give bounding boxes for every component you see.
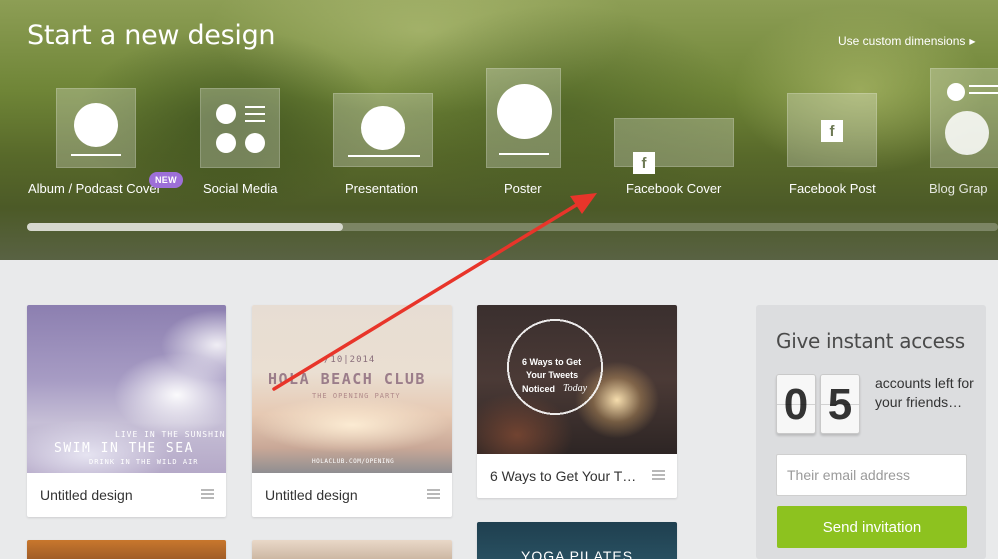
design-title[interactable]: 6 Ways to Get Your T… — [490, 468, 645, 484]
line-shape — [245, 120, 265, 122]
design-text: /10|2014 — [324, 355, 376, 365]
menu-icon[interactable] — [652, 470, 665, 480]
counter-digit: 5 — [820, 374, 860, 434]
send-invitation-button[interactable]: Send invitation — [777, 506, 967, 548]
design-text: Today — [563, 383, 588, 394]
design-text: Your Tweets — [526, 370, 579, 380]
design-text: SWIM IN THE SEA — [54, 441, 194, 456]
design-title[interactable]: Untitled design — [265, 487, 415, 503]
new-badge: NEW — [149, 172, 183, 188]
design-thumbnail[interactable]: LIVE IN THE SUNSHINE SWIM IN THE SEA DRI… — [27, 305, 226, 473]
accounts-left-text: accounts left for your friends… — [875, 375, 974, 410]
template-label: Facebook Cover — [626, 181, 722, 196]
circle-shape — [945, 111, 989, 155]
scrollbar-thumb[interactable] — [27, 223, 343, 231]
design-card[interactable]: YOGA PILATES — [477, 522, 677, 559]
email-field[interactable] — [776, 454, 967, 496]
template-label: Blog Grap — [929, 181, 988, 196]
design-text: Noticed — [522, 384, 556, 394]
facebook-icon: f — [821, 120, 843, 142]
underline-shape — [499, 153, 549, 155]
design-thumbnail[interactable]: 6 Ways to Get Your Tweets Noticed Today — [477, 305, 677, 454]
design-thumbnail[interactable]: /10|2014 HOLA BEACH CLUB THE OPENING PAR… — [252, 305, 452, 473]
design-card[interactable] — [252, 540, 452, 559]
invite-panel: Give instant access 0 5 accounts left fo… — [756, 305, 986, 559]
circle-shape — [497, 84, 552, 139]
card-footer: Untitled design — [252, 473, 452, 517]
design-text: YOGA PILATES — [521, 548, 634, 559]
poster-thumb — [486, 68, 561, 168]
blog-graphic-thumb — [930, 68, 998, 168]
template-label: Social Media — [203, 181, 278, 196]
circle-shape — [245, 133, 265, 153]
custom-dimensions-link[interactable]: Use custom dimensions ▶ — [838, 34, 976, 48]
facebook-cover-thumb — [614, 118, 734, 167]
circle-shape — [216, 104, 236, 124]
menu-icon[interactable] — [427, 489, 440, 499]
card-footer: Untitled design — [27, 473, 226, 517]
menu-icon[interactable] — [201, 489, 214, 499]
counter-digit: 0 — [776, 374, 816, 434]
underline-shape — [71, 154, 121, 156]
page-title: Start a new design — [27, 20, 276, 51]
start-design-banner: Start a new design Use custom dimensions… — [0, 0, 998, 260]
line-shape — [969, 85, 998, 87]
design-text: THE OPENING PARTY — [312, 392, 401, 400]
design-text: HOLACLUB.COM/OPENING — [312, 458, 395, 465]
circle-shape — [947, 83, 965, 101]
template-label: Album / Podcast Cover — [28, 181, 161, 196]
underline-shape — [348, 155, 420, 157]
line-shape — [969, 92, 998, 94]
design-text: LIVE IN THE SUNSHINE — [115, 430, 226, 439]
invite-title: Give instant access — [776, 329, 965, 353]
design-card[interactable]: LIVE IN THE SUNSHINE SWIM IN THE SEA DRI… — [27, 305, 226, 517]
album-cover-thumb — [56, 88, 136, 168]
template-label: Facebook Post — [789, 181, 876, 196]
circle-shape — [361, 106, 405, 150]
design-text: HOLA BEACH CLUB — [268, 370, 426, 388]
design-text: DRINK IN THE WILD AIR — [89, 458, 199, 466]
line-shape — [245, 106, 265, 108]
card-footer: 6 Ways to Get Your T… — [477, 454, 677, 498]
circle-shape — [74, 103, 118, 147]
facebook-icon: f — [633, 152, 655, 174]
design-card[interactable]: /10|2014 HOLA BEACH CLUB THE OPENING PAR… — [252, 305, 452, 517]
design-card[interactable] — [27, 540, 226, 559]
social-media-thumb — [200, 88, 280, 168]
chevron-right-icon: ▶ — [969, 36, 976, 46]
line-shape — [245, 113, 265, 115]
design-card[interactable]: 6 Ways to Get Your Tweets Noticed Today … — [477, 305, 677, 498]
template-label: Presentation — [345, 181, 418, 196]
design-text: 6 Ways to Get — [522, 357, 582, 367]
template-label: Poster — [504, 181, 542, 196]
design-title[interactable]: Untitled design — [40, 487, 190, 503]
facebook-post-thumb: f — [787, 93, 877, 167]
custom-dimensions-label: Use custom dimensions — [838, 34, 966, 48]
presentation-thumb — [333, 93, 433, 167]
circle-shape — [216, 133, 236, 153]
